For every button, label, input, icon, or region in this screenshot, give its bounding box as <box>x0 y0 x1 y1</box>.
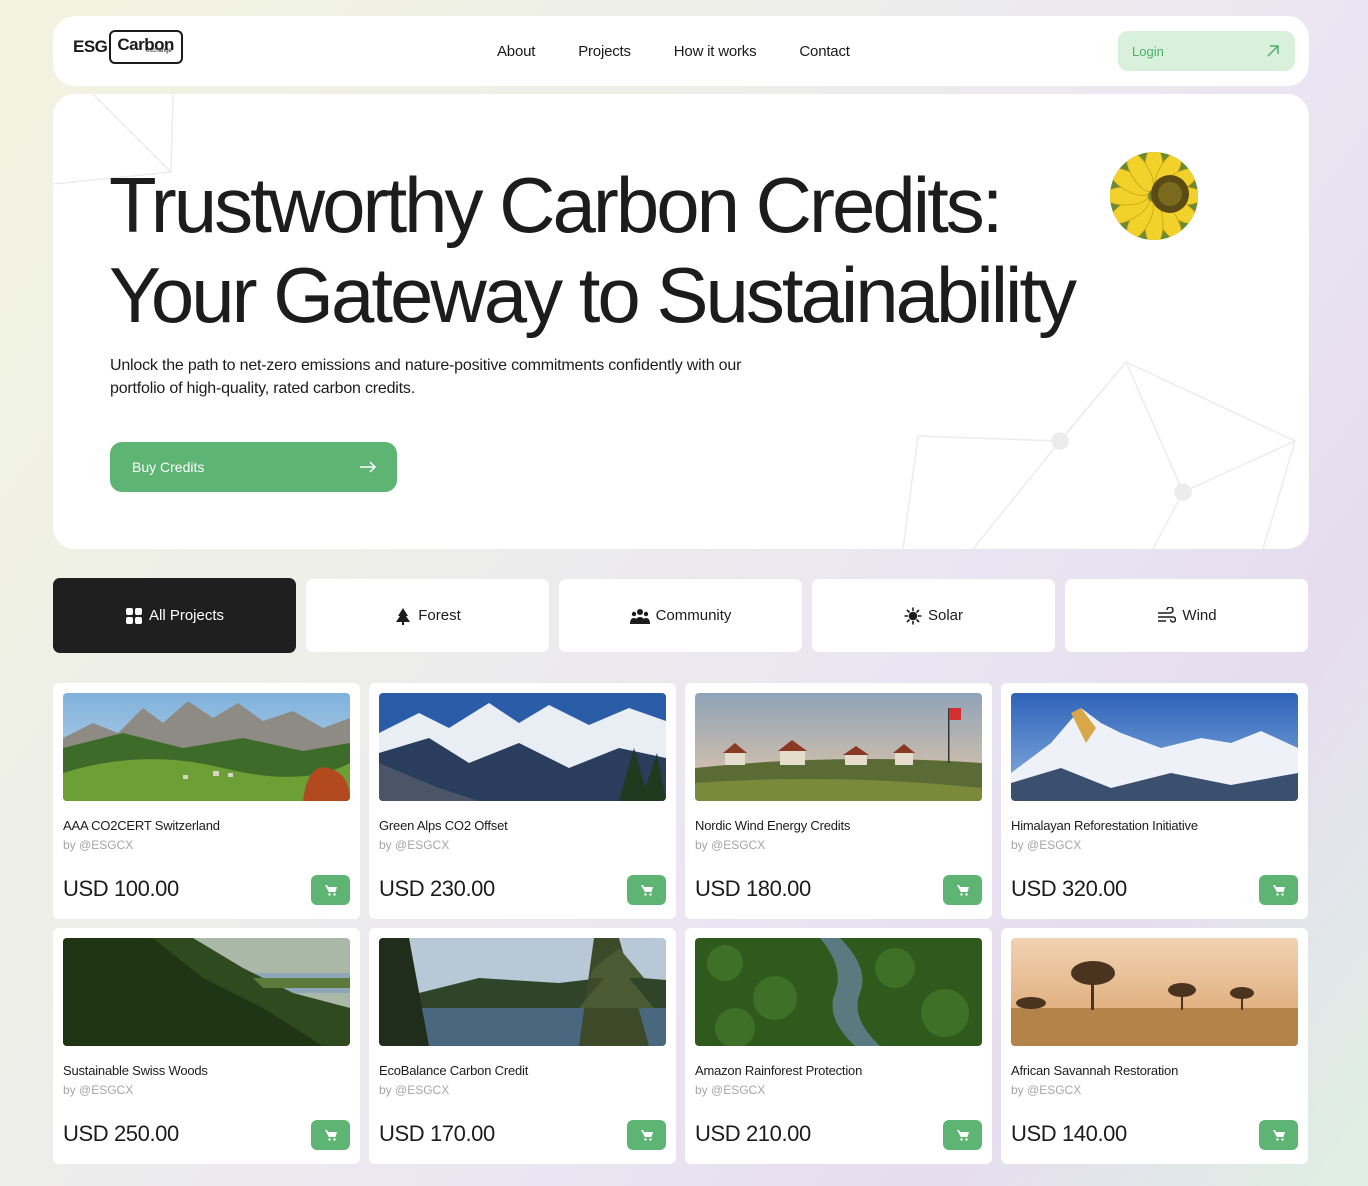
nav-link-how-it-works[interactable]: How it works <box>674 43 757 60</box>
project-card[interactable]: Green Alps CO2 Offset by @ESGCX USD 230.… <box>369 683 676 919</box>
tab-label: All Projects <box>148 607 225 624</box>
sunflower-image <box>1110 152 1198 240</box>
add-to-cart-button[interactable] <box>943 875 982 905</box>
cart-icon <box>640 1129 653 1141</box>
project-author: by @ESGCX <box>695 1083 766 1097</box>
login-button[interactable]: Login <box>1118 31 1295 71</box>
project-image-savannah-trees <box>1011 938 1298 1046</box>
project-author: by @ESGCX <box>695 838 766 852</box>
tab-solar[interactable]: Solar <box>812 579 1055 652</box>
project-price: USD 100.00 <box>63 876 179 901</box>
cart-icon <box>1272 884 1285 896</box>
sun-icon <box>904 607 922 624</box>
project-author: by @ESGCX <box>1011 838 1082 852</box>
project-title: Nordic Wind Energy Credits <box>695 818 851 833</box>
add-to-cart-button[interactable] <box>627 1120 666 1150</box>
logo-sub-text: exchange <box>145 48 172 54</box>
nav-link-projects[interactable]: Projects <box>578 43 631 60</box>
add-to-cart-button[interactable] <box>311 1120 350 1150</box>
project-price: USD 140.00 <box>1011 1121 1127 1146</box>
project-title: Amazon Rainforest Protection <box>695 1063 863 1078</box>
project-title: AAA CO2CERT Switzerland <box>63 818 220 833</box>
project-image-rainforest-river <box>695 938 982 1046</box>
project-card[interactable]: EcoBalance Carbon Credit by @ESGCX USD 1… <box>369 928 676 1164</box>
project-title: Sustainable Swiss Woods <box>63 1063 208 1078</box>
project-image-snowy-mountains <box>379 693 666 801</box>
project-author: by @ESGCX <box>1011 1083 1082 1097</box>
hero-subtitle: Unlock the path to net-zero emissions an… <box>110 357 742 397</box>
cart-icon <box>324 1129 337 1141</box>
top-navbar: ESG Carbon exchange About Projects How i… <box>53 16 1309 86</box>
brand-logo[interactable]: ESG Carbon exchange <box>73 30 183 64</box>
project-author: by @ESGCX <box>63 1083 134 1097</box>
add-to-cart-button[interactable] <box>943 1120 982 1150</box>
category-tabs: All Projects Forest Community Solar Wind <box>53 578 1309 653</box>
forest-icon <box>396 607 411 625</box>
cart-icon <box>1272 1129 1285 1141</box>
login-label: Login <box>1132 43 1164 59</box>
project-image-village-flag <box>695 693 982 801</box>
project-card[interactable]: AAA CO2CERT Switzerland by @ESGCX USD 10… <box>53 683 360 919</box>
project-title: EcoBalance Carbon Credit <box>379 1063 529 1078</box>
project-image-himalaya-peaks <box>1011 693 1298 801</box>
hero-section: Trustworthy Carbon Credits: Your Gateway… <box>53 94 1309 549</box>
project-card[interactable]: Himalayan Reforestation Initiative by @E… <box>1001 683 1308 919</box>
project-price: USD 170.00 <box>379 1121 495 1146</box>
project-title: Himalayan Reforestation Initiative <box>1011 818 1198 833</box>
nav-link-contact[interactable]: Contact <box>799 43 849 60</box>
tab-label: Wind <box>1182 607 1217 624</box>
tab-label: Solar <box>927 607 964 624</box>
project-title: Green Alps CO2 Offset <box>379 818 508 833</box>
project-author: by @ESGCX <box>379 1083 450 1097</box>
nav-links: About Projects How it works Contact <box>497 16 893 86</box>
project-image-forest-hillside <box>63 938 350 1046</box>
project-image-alpine-meadow <box>63 693 350 801</box>
buy-credits-label: Buy Credits <box>132 459 205 475</box>
arrow-up-right-icon <box>1267 45 1279 57</box>
cart-icon <box>324 884 337 896</box>
wind-icon <box>1158 606 1177 623</box>
tab-community[interactable]: Community <box>559 579 802 652</box>
add-to-cart-button[interactable] <box>1259 875 1298 905</box>
project-author: by @ESGCX <box>379 838 450 852</box>
project-title: African Savannah Restoration <box>1011 1063 1179 1078</box>
add-to-cart-button[interactable] <box>1259 1120 1298 1150</box>
logo-esg-text: ESG <box>73 37 108 56</box>
project-image-lake-pines <box>379 938 666 1046</box>
cart-icon <box>956 1129 969 1141</box>
project-card[interactable]: African Savannah Restoration by @ESGCX U… <box>1001 928 1308 1164</box>
tab-all-projects[interactable]: All Projects <box>53 578 296 653</box>
add-to-cart-button[interactable] <box>311 875 350 905</box>
grid-icon <box>125 607 142 624</box>
cart-icon <box>956 884 969 896</box>
project-price: USD 320.00 <box>1011 876 1127 901</box>
tab-label: Forest <box>418 607 461 624</box>
tab-forest[interactable]: Forest <box>306 579 549 652</box>
tab-label: Community <box>655 607 732 624</box>
project-card[interactable]: Nordic Wind Energy Credits by @ESGCX USD… <box>685 683 992 919</box>
hero-title-line1: Trustworthy Carbon Credits: <box>109 161 1003 249</box>
project-card[interactable]: Sustainable Swiss Woods by @ESGCX USD 25… <box>53 928 360 1164</box>
project-price: USD 230.00 <box>379 876 495 901</box>
project-card[interactable]: Amazon Rainforest Protection by @ESGCX U… <box>685 928 992 1164</box>
community-icon <box>629 608 650 624</box>
hero-title-line2: Your Gateway to Sustainability <box>109 251 1077 339</box>
arrow-right-icon <box>360 461 377 473</box>
project-price: USD 210.00 <box>695 1121 811 1146</box>
buy-credits-button[interactable]: Buy Credits <box>110 442 397 492</box>
logo-carbon-box: Carbon exchange <box>109 30 183 64</box>
nav-link-about[interactable]: About <box>497 43 535 60</box>
project-price: USD 180.00 <box>695 876 811 901</box>
tab-wind[interactable]: Wind <box>1065 579 1308 652</box>
cart-icon <box>640 884 653 896</box>
hero-title: Trustworthy Carbon Credits: Your Gateway… <box>109 160 1259 340</box>
project-author: by @ESGCX <box>63 838 134 852</box>
project-price: USD 250.00 <box>63 1121 179 1146</box>
add-to-cart-button[interactable] <box>627 875 666 905</box>
